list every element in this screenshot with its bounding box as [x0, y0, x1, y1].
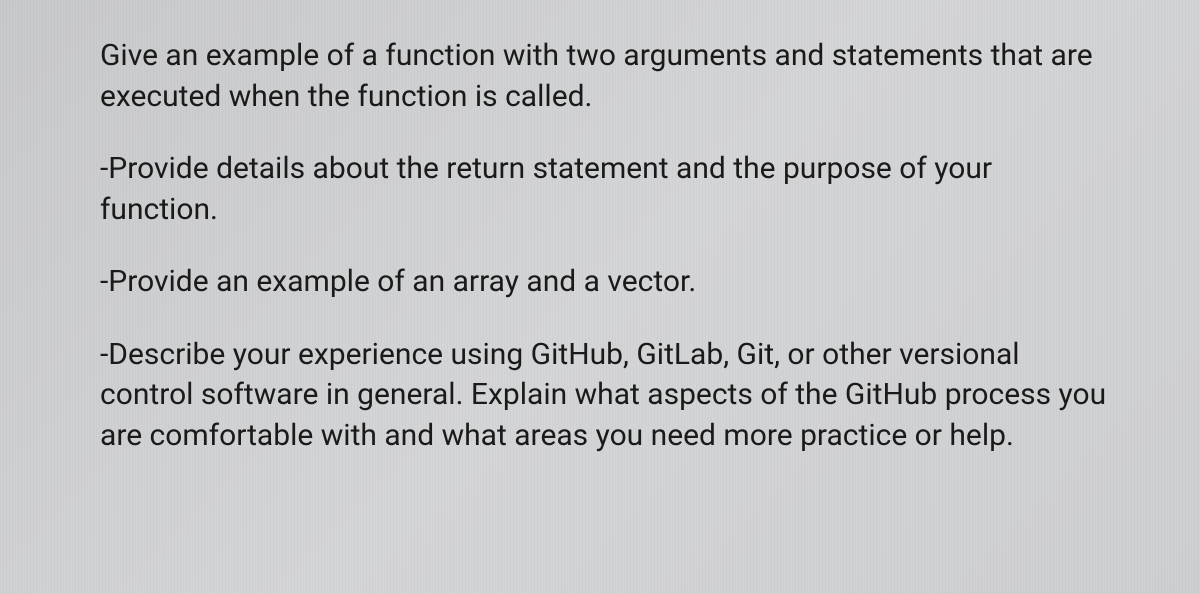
- paragraph-return-statement: -Provide details about the return statem…: [100, 149, 1110, 230]
- paragraph-intro: Give an example of a function with two a…: [100, 36, 1110, 117]
- paragraph-array-vector: -Provide an example of an array and a ve…: [100, 262, 1110, 303]
- paragraph-github-experience: -Describe your experience using GitHub, …: [100, 335, 1110, 457]
- document-content: Give an example of a function with two a…: [100, 36, 1110, 456]
